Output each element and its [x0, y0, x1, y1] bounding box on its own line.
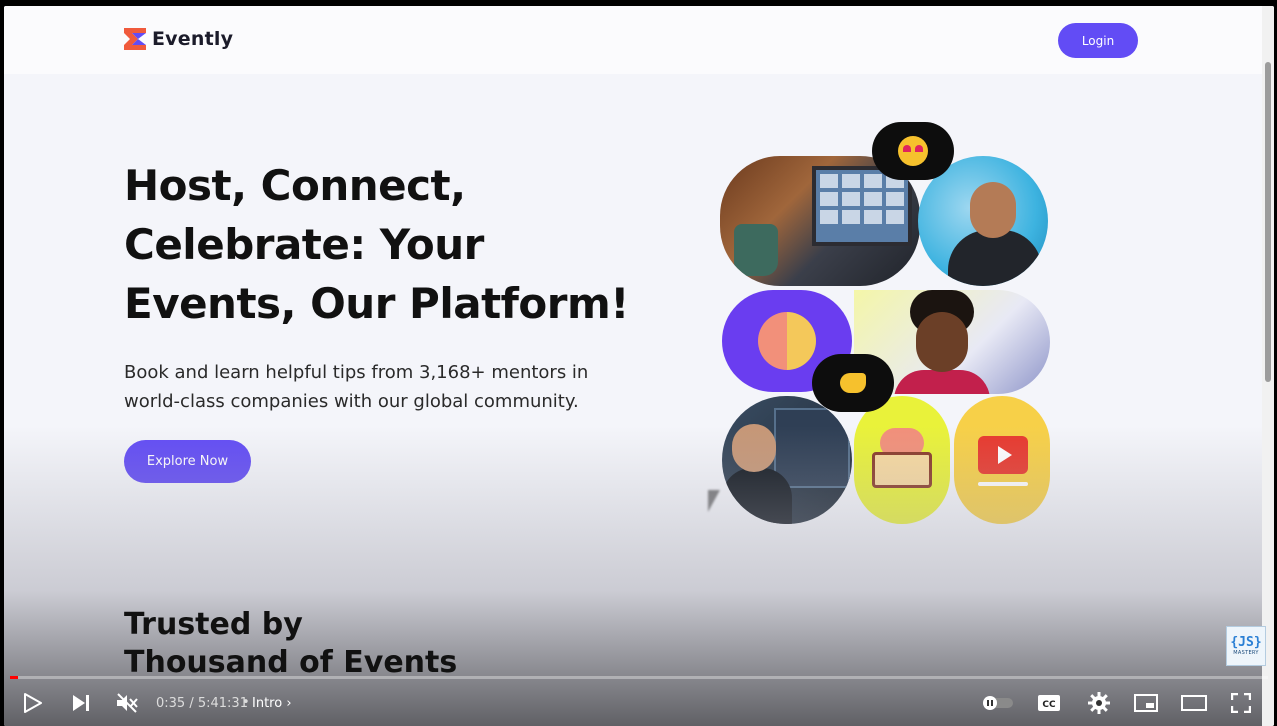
current-time: 0:35 [156, 696, 186, 711]
page-scrollbar[interactable] [1262, 6, 1274, 726]
evently-logo-icon [124, 28, 146, 50]
video-progress-bar[interactable] [10, 676, 1268, 679]
time-display: 0:35 / 5:41:31 [156, 696, 248, 711]
miniplayer-icon [1134, 694, 1158, 712]
settings-button[interactable] [1086, 690, 1112, 716]
trusted-heading-line1: Trusted by [124, 607, 303, 642]
gear-icon [1088, 692, 1110, 714]
chevron-right-icon: › [286, 696, 292, 711]
duration: 5:41:31 [197, 696, 248, 711]
fullscreen-button[interactable] [1228, 690, 1254, 716]
time-separator: / [185, 696, 198, 711]
scrollbar-thumb[interactable] [1265, 62, 1271, 382]
theater-mode-button[interactable] [1180, 690, 1208, 716]
login-button[interactable]: Login [1058, 23, 1138, 58]
mouse-cursor-icon [708, 490, 720, 512]
closed-captions-icon: CC [1038, 695, 1060, 711]
channel-watermark[interactable]: {JS} MASTERY [1226, 626, 1266, 666]
play-button[interactable] [20, 690, 46, 716]
presenter-image [722, 396, 852, 524]
hero-title: Host, Connect, Celebrate: Your Events, O… [124, 161, 629, 328]
skip-next-icon [73, 695, 89, 711]
site-header: Evently Login [4, 6, 1262, 74]
brand-name: Evently [152, 28, 234, 50]
autoplay-toggle[interactable] [980, 690, 1016, 716]
miniplayer-button[interactable] [1132, 690, 1160, 716]
hero-subtitle: Book and learn helpful tips from 3,168+ … [124, 362, 589, 412]
video-player-controls: 0:35 / 5:41:31 • Intro › CC [4, 682, 1274, 726]
hero-image-collage [720, 122, 1050, 524]
heart-eyes-emoji-icon [872, 122, 954, 180]
next-button[interactable] [68, 690, 94, 716]
play-icon [24, 693, 42, 713]
chapter-title: Intro [252, 696, 283, 711]
brain-book-illustration [854, 396, 950, 524]
svg-text:CC: CC [1042, 700, 1056, 710]
theater-mode-icon [1181, 695, 1207, 711]
volume-muted-icon [117, 693, 138, 713]
watermark-logo-text: {JS} [1230, 635, 1262, 650]
watermark-sub-text: MASTERY [1233, 650, 1259, 656]
captions-button[interactable]: CC [1036, 690, 1062, 716]
pinched-hand-emoji-icon [812, 354, 894, 412]
fullscreen-icon [1231, 693, 1251, 713]
brand-logo[interactable]: Evently [124, 28, 233, 50]
mute-button[interactable] [114, 690, 140, 716]
progress-played [10, 676, 18, 679]
browser-frame: Evently Login Host, Connect, Celebrate: … [4, 6, 1274, 726]
video-play-illustration [954, 396, 1050, 524]
autoplay-toggle-icon [983, 696, 1013, 710]
chapter-button[interactable]: Intro › [252, 696, 292, 711]
chapter-separator: • [242, 695, 250, 710]
explore-now-button[interactable]: Explore Now [124, 440, 251, 483]
trusted-section-heading: Trusted by Thousand of Events [124, 606, 457, 682]
